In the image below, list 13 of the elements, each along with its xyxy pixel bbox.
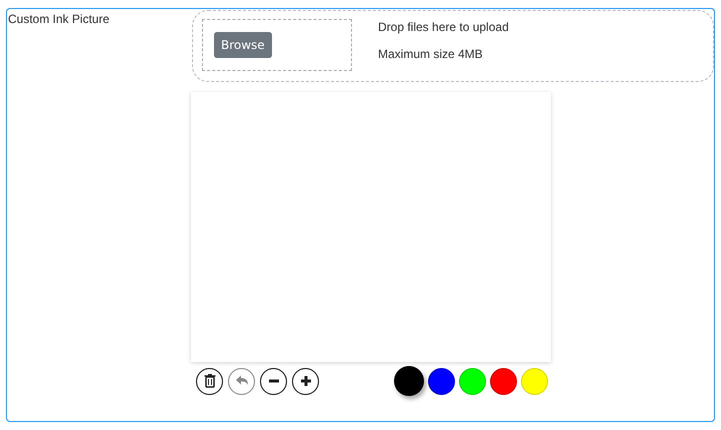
color-swatch[interactable]	[459, 368, 486, 394]
color-swatch[interactable]	[428, 368, 455, 394]
browse-button[interactable]: Browse	[214, 32, 272, 58]
color-swatch[interactable]	[490, 368, 517, 394]
plus-icon[interactable]	[292, 368, 319, 394]
field-label: Custom Ink Picture	[8, 12, 110, 26]
trash-icon[interactable]	[196, 368, 223, 394]
color-swatch[interactable]	[394, 366, 424, 396]
drop-zone[interactable]: Browse Drop files here to upload Maximum size 4MB	[192, 10, 714, 82]
color-swatch[interactable]	[521, 368, 548, 394]
minus-icon[interactable]	[260, 368, 287, 394]
size-limit: Maximum size 4MB	[378, 47, 484, 61]
drop-hint: Drop files here to upload	[378, 20, 509, 34]
